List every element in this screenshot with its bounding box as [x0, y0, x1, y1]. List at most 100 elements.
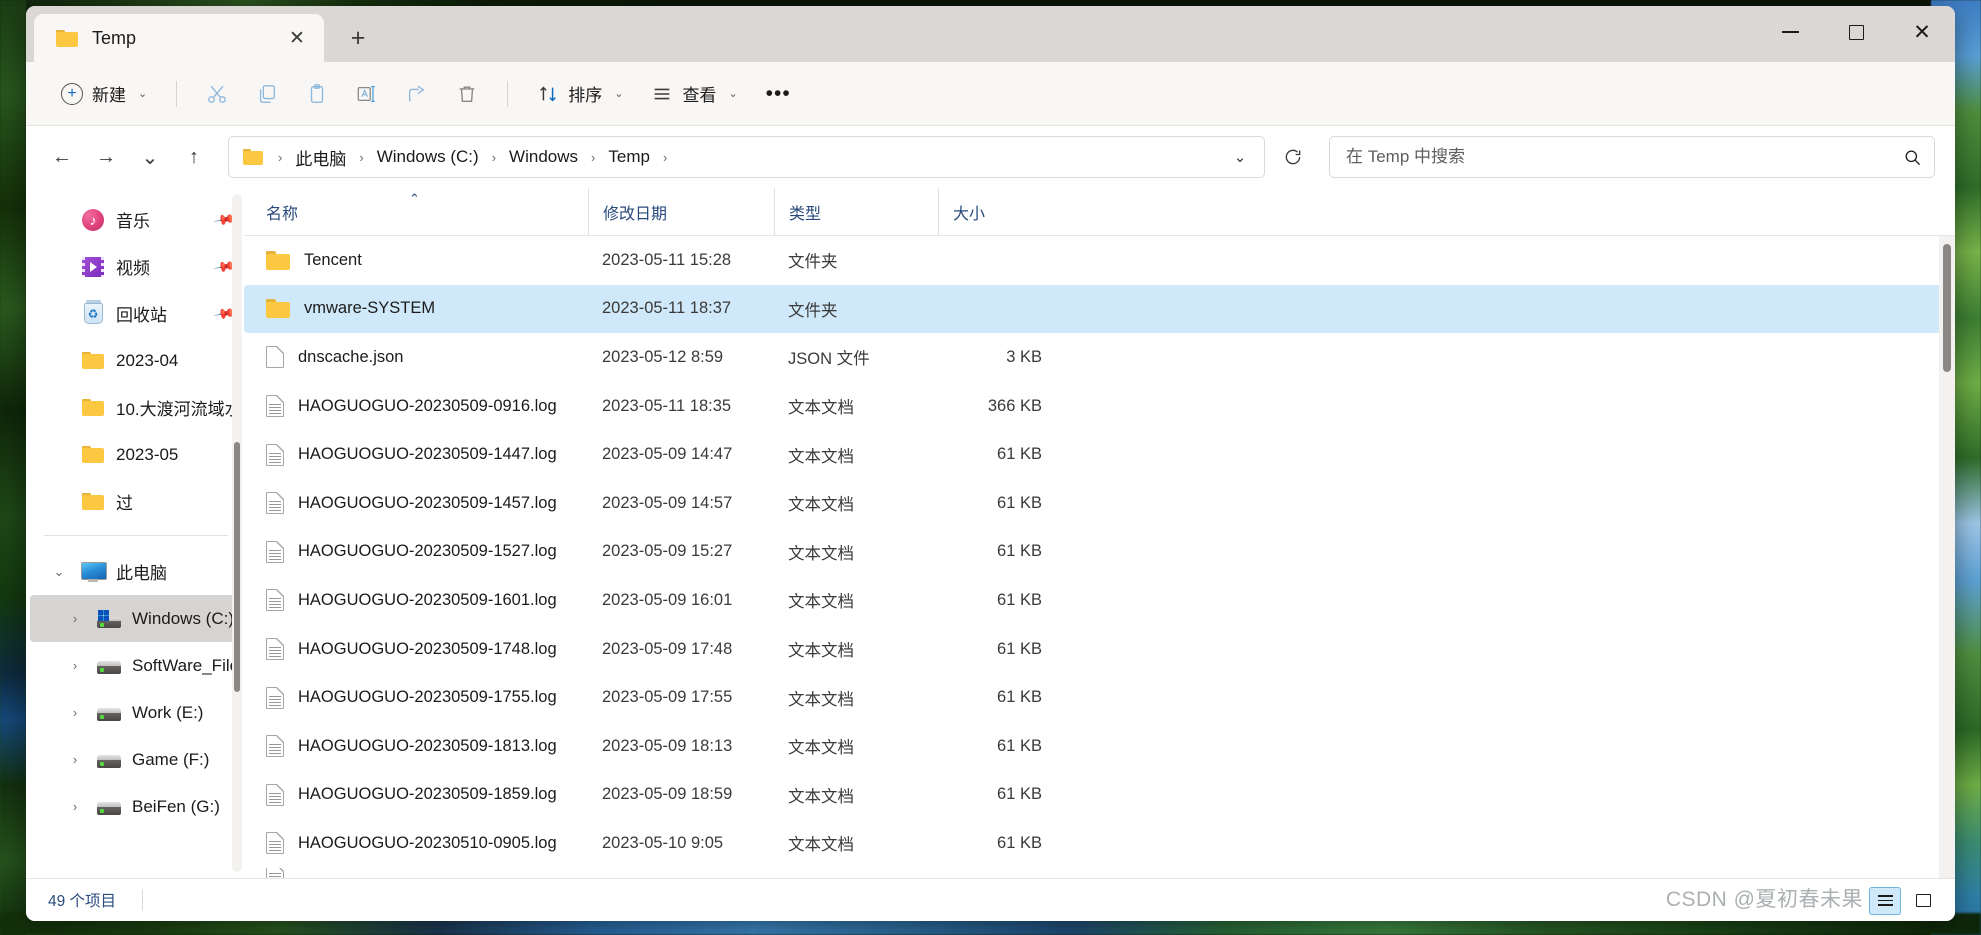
chevron-down-icon: ⌄	[138, 88, 148, 100]
delete-button[interactable]	[443, 73, 491, 115]
table-row-partial[interactable]	[244, 867, 1943, 878]
breadcrumb-item-temp[interactable]: Temp	[604, 144, 654, 170]
file-name: HAOGUOGUO-20230509-1527.log	[298, 542, 557, 561]
table-row[interactable]: HAOGUOGUO-20230509-1457.log 2023-05-09 1…	[244, 479, 1943, 528]
file-name-cell: HAOGUOGUO-20230509-1813.log	[266, 735, 588, 758]
column-header-size[interactable]: 大小	[938, 187, 1042, 236]
copy-button[interactable]	[243, 73, 291, 115]
table-row[interactable]: HAOGUOGUO-20230509-0916.log 2023-05-11 1…	[244, 382, 1943, 431]
column-headers: 名称 ⌃ 修改日期 类型 大小	[244, 187, 1955, 236]
cut-button[interactable]	[193, 73, 241, 115]
sidebar-item-game-f[interactable]: › Game (F:)	[30, 736, 240, 783]
large-icons-view-icon	[1915, 894, 1931, 907]
sidebar-scrollbar[interactable]	[232, 194, 242, 872]
table-row[interactable]: HAOGUOGUO-20230509-1755.log 2023-05-09 1…	[244, 673, 1943, 722]
breadcrumb-item-windows[interactable]: Windows	[505, 144, 582, 170]
drive-icon	[96, 658, 122, 674]
large-icons-view-button[interactable]	[1907, 887, 1939, 915]
file-list-scrollbar[interactable]	[1939, 236, 1955, 878]
close-window-button[interactable]: ✕	[1889, 6, 1955, 58]
close-tab-icon[interactable]: ✕	[282, 23, 312, 53]
chevron-right-icon[interactable]: ›	[64, 659, 86, 672]
table-row[interactable]: dnscache.json 2023-05-12 8:59 JSON 文件 3 …	[244, 333, 1943, 382]
chevron-spacer: ›	[48, 401, 70, 414]
sidebar-item-windows-c[interactable]: › Windows (C:)	[30, 595, 240, 642]
column-header-name[interactable]: 名称 ⌃	[266, 188, 588, 236]
sidebar-item-this-pc[interactable]: ⌄ 此电脑	[30, 548, 240, 595]
file-type-cell: 文本文档	[788, 739, 854, 758]
column-header-date-modified[interactable]: 修改日期	[588, 187, 774, 236]
table-row[interactable]: vmware-SYSTEM 2023-05-11 18:37 文件夹	[244, 284, 1943, 334]
new-button-label: 新建	[92, 86, 126, 105]
sidebar-item-recycle-bin[interactable]: › ♻ 回收站 📌	[30, 290, 240, 337]
tab-temp[interactable]: Temp ✕	[34, 14, 324, 62]
minimize-button[interactable]	[1757, 6, 1823, 58]
folder-icon	[266, 299, 290, 319]
share-button[interactable]	[393, 73, 441, 115]
sidebar-item-beifen-g[interactable]: › BeiFen (G:)	[30, 783, 240, 830]
search-icon[interactable]	[1903, 148, 1922, 167]
paste-button[interactable]	[293, 73, 341, 115]
sidebar-item-2023-05[interactable]: › 2023-05	[30, 431, 240, 478]
forward-button[interactable]: →	[86, 137, 126, 177]
sort-button[interactable]: 排序 ⌄	[524, 73, 636, 115]
rename-icon	[356, 83, 378, 105]
sidebar-item-video[interactable]: › 视频 📌	[30, 243, 240, 290]
chevron-right-icon[interactable]: ›	[64, 753, 86, 766]
computer-icon	[80, 561, 107, 582]
sidebar-item-guo[interactable]: › 过	[30, 478, 240, 525]
up-button[interactable]: ↑	[174, 137, 214, 177]
file-type-cell: 文件夹	[788, 301, 838, 320]
table-row[interactable]: Tencent 2023-05-11 15:28 文件夹	[244, 236, 1943, 285]
sidebar-item-dadu-river[interactable]: › 10.大渡河流域水	[30, 384, 240, 431]
file-name: HAOGUOGUO-20230509-1813.log	[298, 736, 557, 755]
sidebar-item-music[interactable]: › ♪ 音乐 📌	[30, 196, 240, 243]
table-row[interactable]: HAOGUOGUO-20230509-1813.log 2023-05-09 1…	[244, 722, 1943, 771]
breadcrumb[interactable]: › 此电脑 › Windows (C:) › Windows › Temp › …	[228, 136, 1265, 178]
file-list-scrollbar-thumb[interactable]	[1943, 244, 1951, 372]
table-row[interactable]: HAOGUOGUO-20230510-0905.log 2023-05-10 9…	[244, 819, 1943, 868]
view-button[interactable]: 查看 ⌄	[638, 73, 750, 115]
chevron-right-icon[interactable]: ›	[64, 612, 86, 625]
file-date-cell: 2023-05-09 17:48	[602, 639, 733, 658]
column-header-label: 大小	[953, 205, 986, 223]
rename-button[interactable]	[343, 73, 391, 115]
refresh-button[interactable]	[1271, 136, 1315, 178]
column-header-type[interactable]: 类型	[774, 187, 938, 236]
table-row[interactable]: HAOGUOGUO-20230509-1447.log 2023-05-09 1…	[244, 430, 1943, 479]
sidebar-item-software-file[interactable]: › SoftWare_File	[30, 642, 240, 689]
search-box[interactable]	[1329, 136, 1935, 178]
chevron-down-icon[interactable]: ⌄	[48, 565, 70, 578]
file-rows: Tencent 2023-05-11 15:28 文件夹 vmware-SYST…	[244, 236, 1955, 878]
sidebar-item-label: 此电脑	[116, 564, 167, 583]
recent-locations-button[interactable]: ⌄	[130, 137, 170, 177]
sidebar-item-work-e[interactable]: › Work (E:)	[30, 689, 240, 736]
file-date-cell: 2023-05-09 17:55	[602, 688, 733, 707]
breadcrumb-item-this-pc[interactable]: 此电脑	[291, 142, 350, 173]
table-row[interactable]: HAOGUOGUO-20230509-1601.log 2023-05-09 1…	[244, 576, 1943, 625]
more-options-button[interactable]: •••	[753, 73, 804, 115]
breadcrumb-item-windows-c[interactable]: Windows (C:)	[373, 144, 483, 170]
maximize-button[interactable]	[1823, 6, 1889, 58]
chevron-spacer: ›	[48, 213, 70, 226]
folder-icon	[243, 149, 263, 165]
item-count-label: 49 个项目	[48, 893, 117, 910]
table-row[interactable]: HAOGUOGUO-20230509-1748.log 2023-05-09 1…	[244, 625, 1943, 674]
chevron-right-icon[interactable]: ›	[64, 800, 86, 813]
table-row[interactable]: HAOGUOGUO-20230509-1859.log 2023-05-09 1…	[244, 771, 1943, 820]
details-view-button[interactable]	[1869, 886, 1901, 915]
sidebar-item-label: 过	[116, 494, 133, 513]
file-list-pane: 名称 ⌃ 修改日期 类型 大小 Tencent 2023-05-11 15:28…	[244, 187, 1955, 878]
new-tab-icon[interactable]: +	[338, 18, 378, 58]
file-name: HAOGUOGUO-20230509-1859.log	[298, 785, 557, 804]
sidebar-scrollbar-thumb[interactable]	[234, 442, 240, 692]
table-row[interactable]: HAOGUOGUO-20230509-1527.log 2023-05-09 1…	[244, 528, 1943, 577]
sidebar-item-label: BeiFen (G:)	[132, 796, 220, 816]
chevron-right-icon[interactable]: ›	[64, 706, 86, 719]
previous-locations-icon[interactable]: ⌄	[1222, 139, 1258, 175]
folder-icon	[80, 399, 106, 416]
back-button[interactable]: ←	[42, 137, 82, 177]
new-button[interactable]: + 新建 ⌄	[48, 73, 160, 115]
search-input[interactable]	[1346, 147, 1903, 167]
sidebar-item-2023-04[interactable]: › 2023-04	[30, 337, 240, 384]
